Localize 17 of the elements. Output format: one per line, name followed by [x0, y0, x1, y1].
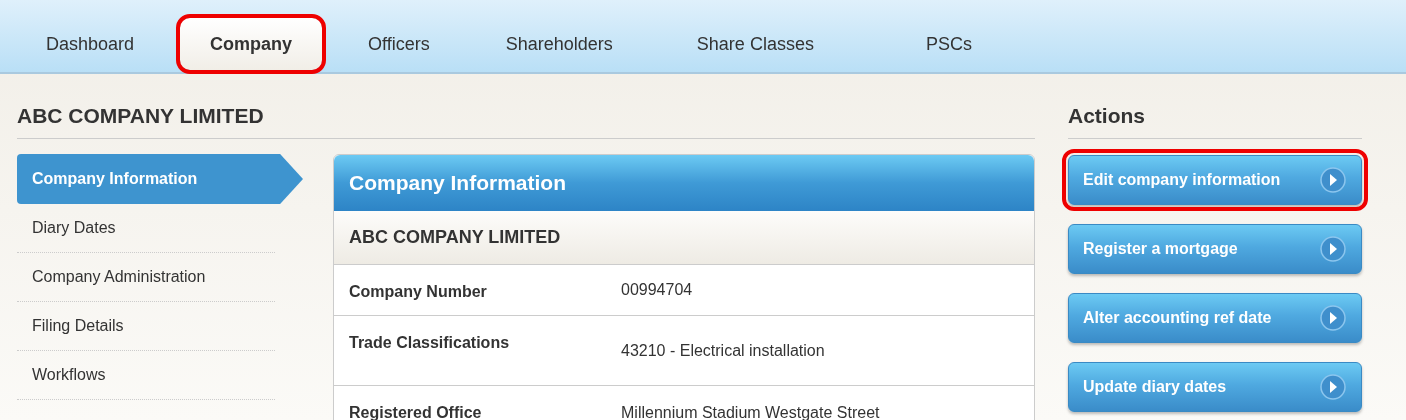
actions-title: Actions [1068, 104, 1362, 139]
company-title: ABC COMPANY LIMITED [17, 104, 1035, 139]
field-value: 00994704 [621, 281, 693, 299]
sidebar-item[interactable]: Filing Details [17, 302, 275, 351]
panel-subtitle: ABC COMPANY LIMITED [334, 211, 1034, 265]
sidebar-item[interactable]: Diary Dates [17, 204, 275, 253]
nav-tab[interactable]: Officers [338, 16, 460, 72]
sidebar-item[interactable]: Workflows [17, 351, 275, 400]
sidebar-item[interactable]: Company Administration [17, 253, 275, 302]
nav-tab[interactable]: Dashboard [16, 16, 165, 72]
panel-title: Company Information [334, 155, 1034, 211]
nav-tab[interactable]: Share Classes [666, 16, 844, 72]
field-label: Trade Classifications [349, 334, 511, 353]
field-value: 43210 - Electrical installation [621, 342, 825, 361]
field-label: Company Number [349, 283, 488, 301]
nav-tab[interactable]: Shareholders [475, 16, 643, 72]
nav-tab[interactable]: PSCs [895, 16, 1002, 72]
